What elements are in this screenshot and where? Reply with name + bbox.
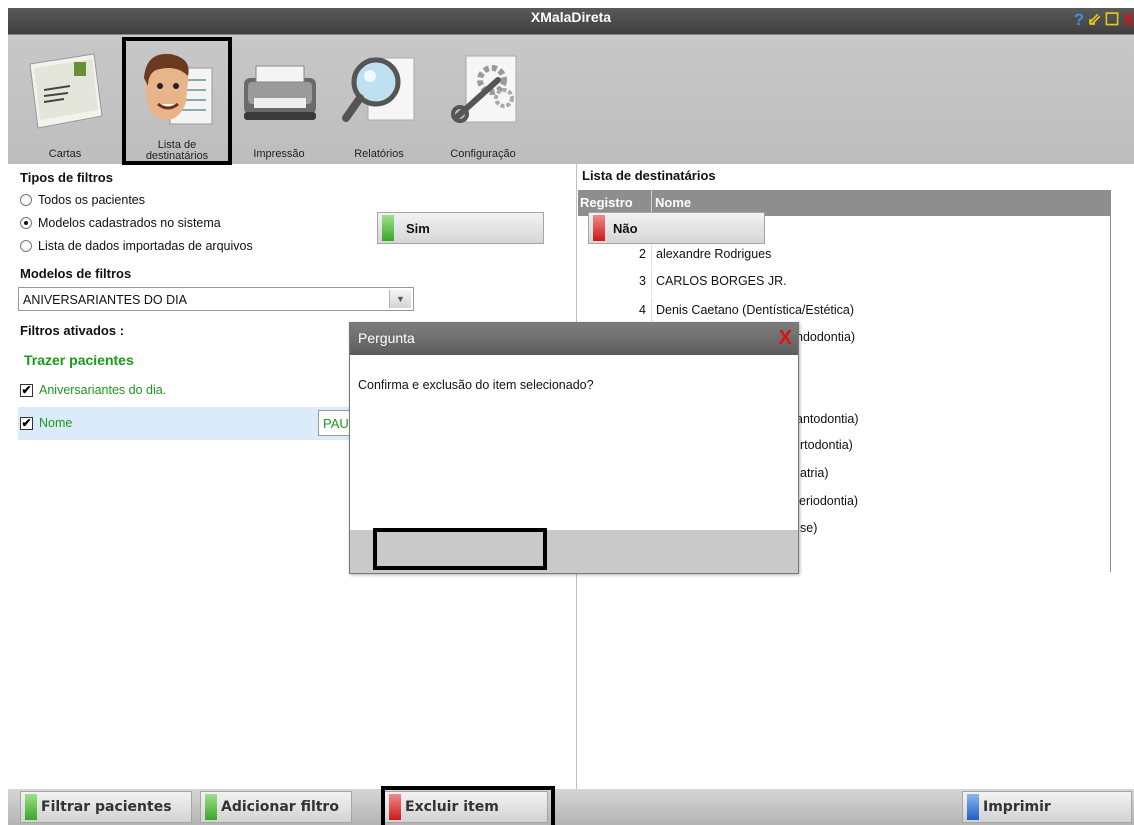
row-nome: atria) — [800, 466, 829, 480]
toolbar-configuracao-button[interactable]: Configuração — [432, 42, 534, 162]
row-nome: antodontia) — [796, 412, 859, 426]
tools-icon — [451, 55, 517, 123]
app-header: XMalaDireta ? ⇙ ☐ X Cartas Lista de dest… — [8, 8, 1134, 164]
toolbar-relatorios-label: Relatórios — [354, 148, 404, 160]
add-filter-button[interactable]: Adicionar filtro — [200, 791, 352, 823]
blue-bar-icon — [967, 794, 979, 820]
column-divider — [651, 242, 652, 268]
toolbar-cartas-button[interactable]: Cartas — [14, 42, 116, 162]
column-divider — [651, 269, 652, 295]
column-header-registro[interactable]: Registro — [580, 195, 633, 210]
filter-patients-label: Filtrar pacientes — [41, 799, 172, 815]
dialog-title: Pergunta — [358, 330, 415, 346]
filter-model-value: ANIVERSARIANTES DO DIA — [23, 293, 187, 307]
row-nome: Denis Caetano (Dentística/Estética) — [656, 303, 855, 317]
radio-label: Lista de dados importadas de arquivos — [38, 239, 253, 253]
yes-button-label: Sim — [406, 221, 430, 236]
row-nome: ndodontia) — [796, 330, 856, 344]
toolbar-cartas-label: Cartas — [48, 148, 82, 160]
radio-button[interactable] — [20, 194, 32, 206]
print-button-label: Imprimir — [983, 799, 1051, 815]
confirm-dialog: Pergunta X Confirma e exclusão do item s… — [349, 322, 799, 574]
toolbar-lista-label: Lista de destinatários — [145, 139, 209, 162]
row-registro: 4 — [639, 303, 646, 317]
magnifier-icon — [342, 57, 415, 122]
window-controls: ? ⇙ ☐ X — [1074, 10, 1134, 30]
print-button[interactable]: Imprimir — [962, 791, 1132, 823]
add-filter-label: Adicionar filtro — [221, 799, 339, 815]
active-filters-title: Filtros ativados : — [20, 323, 125, 338]
filter-patients-button[interactable]: Filtrar pacientes — [20, 791, 192, 823]
filter-nome[interactable]: ✔ Nome — [20, 413, 72, 433]
table-row[interactable]: 3 CARLOS BORGES JR. — [578, 269, 1110, 295]
filter-aniversariantes[interactable]: ✔ Aniversariantes do dia. — [20, 380, 166, 400]
filter-model-select[interactable]: ANIVERSARIANTES DO DIA ▼ — [18, 287, 414, 311]
table-row[interactable]: 2 alexandre Rodrigues — [578, 242, 1110, 268]
green-bar-icon — [382, 215, 394, 241]
radio-button-selected[interactable] — [20, 217, 32, 229]
toolbar-lista-button[interactable]: Lista de destinatários — [126, 42, 228, 162]
restore-icon[interactable]: ⇙ — [1087, 11, 1101, 29]
radio-lista-importada[interactable]: Lista de dados importadas de arquivos — [20, 237, 253, 255]
person-list-icon — [144, 53, 213, 125]
dialog-message: Confirma e exclusão do item selecionado? — [358, 378, 594, 392]
column-header-nome[interactable]: Nome — [655, 195, 691, 210]
red-bar-icon — [389, 794, 401, 820]
green-bar-icon — [25, 794, 37, 820]
delete-item-label: Excluir item — [405, 799, 499, 815]
green-bar-icon — [205, 794, 217, 820]
row-nome: rtodontia) — [800, 438, 853, 452]
toolbar-relatorios-button[interactable]: Relatórios — [328, 42, 430, 162]
filter-types-title: Tipos de filtros — [20, 170, 113, 185]
envelope-icon — [29, 53, 103, 129]
radio-label: Modelos cadastrados no sistema — [38, 216, 221, 230]
bring-patients-label: Trazer pacientes — [24, 352, 134, 368]
radio-label: Todos os pacientes — [38, 193, 146, 207]
radio-button[interactable] — [20, 240, 32, 252]
filter-label: Nome — [39, 416, 73, 430]
no-button[interactable]: Não — [588, 212, 765, 244]
red-bar-icon — [593, 215, 605, 241]
yes-button[interactable]: Sim — [377, 212, 544, 244]
toolbar-configuracao-label: Configuração — [450, 148, 516, 160]
chevron-down-icon[interactable]: ▼ — [389, 290, 411, 308]
table-row[interactable]: 4 Denis Caetano (Dentística/Estética) — [578, 298, 1110, 324]
row-registro: 2 — [639, 247, 646, 261]
row-nome: CARLOS BORGES JR. — [656, 274, 787, 288]
maximize-icon[interactable]: ☐ — [1104, 11, 1119, 29]
help-icon[interactable]: ? — [1074, 11, 1084, 29]
row-nome: eriodontia) — [799, 494, 859, 508]
column-divider — [651, 298, 652, 324]
app-title: XMalaDireta — [530, 9, 612, 25]
dialog-titlebar[interactable]: Pergunta X — [350, 323, 798, 355]
checkbox-checked-icon[interactable]: ✔ — [20, 383, 33, 397]
checkbox-checked-icon[interactable]: ✔ — [20, 416, 33, 430]
toolbar-impressao-button[interactable]: Impressão — [228, 42, 330, 162]
list-border — [1110, 190, 1111, 572]
radio-modelos-cadastrados[interactable]: Modelos cadastrados no sistema — [20, 214, 221, 232]
filter-label: Aniversariantes do dia. — [39, 383, 167, 397]
filter-models-title: Modelos de filtros — [20, 266, 132, 281]
row-nome: alexandre Rodrigues — [656, 247, 772, 261]
delete-item-button[interactable]: Excluir item — [384, 791, 548, 823]
toolbar-impressao-label: Impressão — [253, 148, 305, 160]
radio-todos-pacientes[interactable]: Todos os pacientes — [20, 191, 145, 209]
no-button-label: Não — [613, 221, 638, 236]
recipients-list-title: Lista de destinatários — [582, 168, 716, 183]
close-icon[interactable]: X — [779, 327, 792, 350]
dialog-footer — [350, 530, 798, 573]
row-nome: se) — [800, 521, 818, 535]
printer-icon — [244, 65, 316, 120]
close-icon[interactable]: X — [1123, 11, 1134, 29]
row-registro: 3 — [639, 274, 646, 288]
